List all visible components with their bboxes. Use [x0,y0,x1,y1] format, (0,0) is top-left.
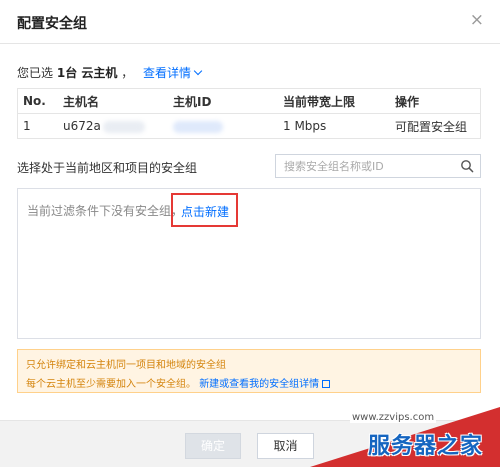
column-header-bandwidth: 当前带宽上限 [283,88,395,114]
confirm-button[interactable]: 确定 [185,433,241,459]
notice-line-2: 每个云主机至少需要加入一个安全组。 新建或查看我的安全组详情 [26,375,331,390]
selection-prefix: 您已选 [17,66,54,80]
view-details-label: 查看详情 [143,66,192,80]
table-header-row: No. 主机名 主机ID 当前带宽上限 操作 [17,88,481,114]
selection-count: 1台 云主机 [56,66,118,80]
notice-line-2-text: 每个云主机至少需要加入一个安全组。 [26,379,196,390]
redacted-blur [173,120,223,133]
empty-state-text: 当前过滤条件下没有安全组， [27,204,184,218]
notice-line-1: 只允许绑定和云主机同一项目和地域的安全组 [26,360,226,371]
security-group-list: 当前过滤条件下没有安全组， 点击新建 [17,188,481,339]
close-icon[interactable]: × [470,10,484,30]
external-link-icon [322,380,331,388]
cell-host-id [173,113,283,139]
watermark-text: 服务器之家 [368,434,484,459]
watermark: www.zzvips.com 服务器之家 [292,402,500,467]
selection-summary: 您已选 1台 云主机 ， 查看详情 [17,64,203,81]
search-box [275,154,481,178]
search-icon[interactable] [460,159,474,173]
column-header-host-id: 主机ID [173,88,283,114]
dialog-header: 配置安全组 × [0,0,500,44]
view-details-link[interactable]: 查看详情 [143,66,203,80]
search-input[interactable] [276,155,454,177]
table-row: 1 u672a 1 Mbps 可配置安全组 [17,113,481,139]
notice-banner: 只允许绑定和云主机同一项目和地域的安全组 每个云主机至少需要加入一个安全组。 新… [17,349,481,393]
cell-hostname: u672a [63,113,173,139]
column-header-action: 操作 [395,88,481,114]
cell-bandwidth: 1 Mbps [283,113,395,139]
host-table: No. 主机名 主机ID 当前带宽上限 操作 1 u672a 1 Mbps 可配… [17,88,481,139]
security-group-dialog: 配置安全组 × 您已选 1台 云主机 ， 查看详情 No. 主机名 主机ID 当… [0,0,500,467]
hostname-text: u672a [63,119,101,133]
redacted-blur [102,120,145,133]
manage-security-groups-link[interactable]: 新建或查看我的安全组详情 [199,379,331,390]
column-header-hostname: 主机名 [63,88,173,114]
create-new-link[interactable]: 点击新建 [181,203,229,220]
cell-action: 可配置安全组 [395,113,481,139]
selection-suffix: ， [121,66,134,80]
create-new-highlight: 点击新建 [171,193,238,227]
column-header-no: No. [17,88,63,114]
watermark-url: www.zzvips.com [350,412,437,423]
security-group-label: 选择处于当前地区和项目的安全组 [17,161,198,175]
dialog-title: 配置安全组 [17,16,87,32]
cell-no: 1 [17,113,63,139]
chevron-down-icon [193,66,203,76]
